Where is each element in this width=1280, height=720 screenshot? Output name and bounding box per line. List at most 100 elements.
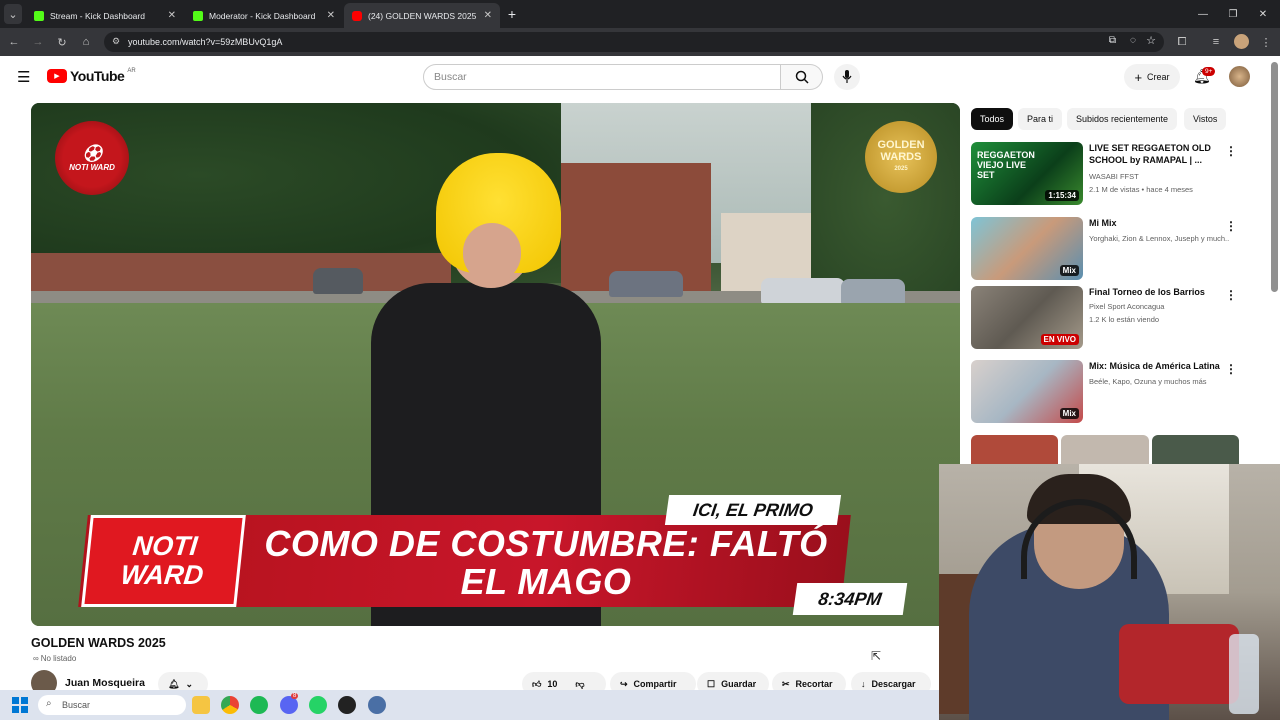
- thumbs-down-icon[interactable]: 👎︎: [575, 679, 584, 690]
- more-options-icon[interactable]: ⋮: [1225, 362, 1237, 376]
- file-explorer-icon[interactable]: [192, 696, 210, 714]
- recommendation-item[interactable]: Mix Mix: Música de América Latina Beéle,…: [971, 360, 1241, 426]
- shorts-thumbnail[interactable]: [1061, 435, 1149, 465]
- duration-badge: 1:15:34: [1045, 190, 1079, 201]
- restore-icon[interactable]: ❐: [1218, 0, 1248, 28]
- chip-all[interactable]: Todos: [971, 108, 1014, 130]
- search-button[interactable]: [781, 64, 823, 90]
- video-thumbnail[interactable]: REGGAETON VIEJO LIVE SET 1:15:34: [971, 142, 1083, 205]
- install-icon[interactable]: ⧉: [1109, 35, 1116, 46]
- settings-icon[interactable]: [368, 696, 386, 714]
- kick-icon: [34, 10, 44, 21]
- site-info-icon[interactable]: ⚙: [112, 36, 120, 47]
- more-options-icon[interactable]: ⋮: [1225, 288, 1237, 302]
- taskbar-search-placeholder: Buscar: [62, 700, 91, 710]
- account-avatar[interactable]: [1229, 66, 1250, 87]
- clip-label: Recortar: [795, 679, 833, 689]
- more-options-icon[interactable]: ⋮: [1225, 144, 1237, 158]
- windows-start-icon[interactable]: [12, 697, 28, 713]
- video-car: [609, 271, 683, 297]
- reload-icon[interactable]: ↻: [52, 28, 72, 56]
- tab-search-button[interactable]: ⌄: [4, 4, 22, 24]
- close-icon[interactable]: ✕: [168, 10, 176, 21]
- hamburger-menu-icon[interactable]: ☰: [17, 68, 30, 86]
- video-car: [313, 268, 363, 294]
- thumbs-up-icon[interactable]: 👍︎: [532, 679, 541, 690]
- eye-off-icon[interactable]: ◌: [1130, 35, 1136, 46]
- webcam-overlay: [939, 464, 1280, 720]
- minimize-icon[interactable]: —: [1188, 0, 1218, 28]
- page-scrollbar[interactable]: [1271, 62, 1278, 292]
- forward-icon[interactable]: →: [28, 28, 48, 56]
- video-car: [761, 278, 845, 304]
- recommendation-title[interactable]: Mix: Música de América Latina: [1089, 360, 1224, 372]
- more-options-icon[interactable]: ⋮: [1225, 219, 1237, 233]
- tab-stream-kick[interactable]: Stream - Kick Dashboard ✕: [26, 3, 184, 28]
- video-player[interactable]: ⚽︎ NOTI WARD GOLDEN WARDS 2025 NOTI WARD…: [31, 103, 960, 626]
- recommendation-item[interactable]: REGGAETON VIEJO LIVE SET 1:15:34 LIVE SE…: [971, 142, 1241, 208]
- recommendation-channel[interactable]: Pixel Sport Aconcagua: [1089, 302, 1229, 311]
- profile-avatar[interactable]: [1234, 34, 1249, 49]
- address-bar[interactable]: ⚙ youtube.com/watch?v=59zMBUvQ1gA ⧉ ◌ ☆: [104, 32, 1164, 52]
- recommendation-channel[interactable]: Yorghaki, Zion & Lennox, Juseph y much..…: [1089, 234, 1229, 243]
- recommendation-meta: 1.2 K lo están viendo: [1089, 315, 1160, 324]
- tab-moderator-kick[interactable]: Moderator - Kick Dashboard ✕: [185, 3, 343, 28]
- share-icon: ↪: [620, 678, 628, 689]
- tab-title: Moderator - Kick Dashboard: [209, 10, 316, 21]
- chip-recently-uploaded[interactable]: Subidos recientemente: [1067, 108, 1178, 130]
- noti-ward-logo-text: NOTI WARD: [69, 162, 115, 172]
- browser-tab-bar: ⌄ Stream - Kick Dashboard ✕ Moderator - …: [0, 0, 1280, 28]
- close-icon[interactable]: ✕: [327, 10, 335, 21]
- bookmark-star-icon[interactable]: ☆: [1146, 34, 1156, 47]
- bell-icon: 🔔︎: [168, 678, 180, 689]
- recommendation-title[interactable]: Mi Mix: [1089, 217, 1224, 229]
- youtube-logo[interactable]: ▶ YouTube AR: [47, 68, 136, 84]
- mouse-cursor-icon: ⇱: [871, 649, 882, 663]
- recommendation-channel[interactable]: WASABI FFST: [1089, 172, 1229, 181]
- create-label: Crear: [1147, 72, 1170, 82]
- close-icon[interactable]: ✕: [484, 10, 492, 21]
- spotify-icon[interactable]: [250, 696, 268, 714]
- golden-wards-logo: GOLDEN WARDS 2025: [865, 121, 937, 193]
- chip-for-you[interactable]: Para ti: [1018, 108, 1063, 130]
- recommendation-item[interactable]: Mix Mi Mix Yorghaki, Zion & Lennox, Juse…: [971, 217, 1241, 283]
- windows-taskbar: ⌕ Buscar 8: [0, 690, 939, 720]
- recommendation-title[interactable]: LIVE SET REGGAETON OLD SCHOOL by RAMAPAL…: [1089, 142, 1224, 166]
- new-tab-button[interactable]: +: [502, 0, 522, 28]
- video-thumbnail[interactable]: EN VIVO: [971, 286, 1083, 349]
- extensions-icon[interactable]: ⧠: [1172, 28, 1192, 56]
- recommendation-title[interactable]: Final Torneo de los Barrios: [1089, 286, 1224, 298]
- noti-ward-box: NOTI WARD: [81, 515, 246, 607]
- voice-search-button[interactable]: [834, 64, 860, 90]
- menu-kebab-icon[interactable]: ⋮: [1256, 28, 1276, 56]
- chip-watched[interactable]: Vistos: [1184, 108, 1227, 130]
- tab-title: Stream - Kick Dashboard: [50, 10, 145, 21]
- back-icon[interactable]: ←: [4, 28, 24, 56]
- recommendation-channel[interactable]: Beéle, Kapo, Ozuna y muchos más: [1089, 377, 1229, 386]
- video-person-face: [463, 223, 521, 283]
- create-button[interactable]: + Crear: [1124, 64, 1180, 90]
- youtube-icon: [352, 10, 362, 21]
- recommendation-item[interactable]: EN VIVO Final Torneo de los Barrios Pixe…: [971, 286, 1241, 352]
- visibility-text: No listado: [40, 654, 77, 663]
- chrome-icon[interactable]: [221, 696, 239, 714]
- video-thumbnail[interactable]: Mix: [971, 360, 1083, 423]
- close-window-icon[interactable]: ✕: [1248, 0, 1278, 28]
- video-title: GOLDEN WARDS 2025: [31, 636, 166, 650]
- shorts-thumbnail[interactable]: [1152, 435, 1239, 465]
- obs-icon[interactable]: [338, 696, 356, 714]
- share-label: Compartir: [633, 679, 677, 689]
- tab-youtube-golden-wards[interactable]: (24) GOLDEN WARDS 2025 - Y ✕: [344, 3, 500, 28]
- chevron-down-icon: ⌄: [185, 678, 193, 689]
- channel-name[interactable]: Juan Mosqueira: [65, 677, 145, 689]
- video-thumbnail[interactable]: Mix: [971, 217, 1083, 280]
- like-count: 10: [547, 679, 558, 689]
- youtube-logo-text: YouTube: [70, 68, 125, 84]
- taskbar-search-input[interactable]: ⌕ Buscar: [38, 695, 186, 715]
- media-control-icon[interactable]: ≡: [1206, 28, 1226, 56]
- reporter-tag: ICI, EL PRIMO: [664, 495, 842, 525]
- whatsapp-icon[interactable]: [309, 696, 327, 714]
- search-input[interactable]: Buscar: [423, 64, 781, 90]
- shorts-thumbnail[interactable]: [971, 435, 1058, 465]
- home-icon[interactable]: ⌂: [76, 28, 96, 56]
